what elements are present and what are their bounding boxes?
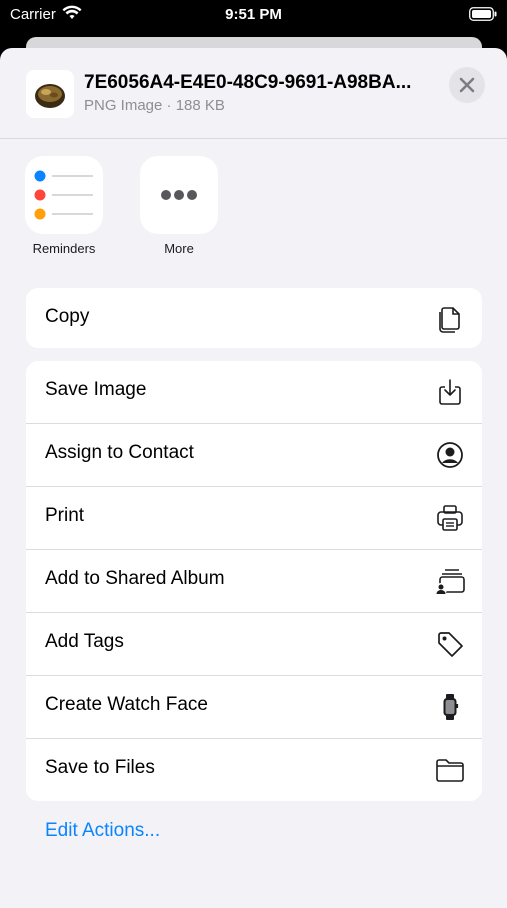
action-label: Add to Shared Album <box>45 568 225 589</box>
tag-icon <box>438 632 463 657</box>
status-time: 9:51 PM <box>225 6 282 23</box>
close-icon <box>459 77 475 93</box>
action-label: Assign to Contact <box>45 442 194 463</box>
file-thumbnail <box>26 70 74 118</box>
printer-icon <box>437 505 463 531</box>
action-save-image[interactable]: Save Image <box>26 361 482 424</box>
file-name: 7E6056A4-E4E0-48C9-9691-A98BA... <box>84 72 412 93</box>
close-button[interactable] <box>449 67 485 103</box>
app-reminders[interactable]: Reminders <box>25 156 103 256</box>
action-copy[interactable]: Copy <box>26 288 482 348</box>
share-header: 7E6056A4-E4E0-48C9-9691-A98BA... PNG Ima… <box>0 48 507 139</box>
action-print[interactable]: Print <box>26 487 482 550</box>
contact-icon <box>437 442 463 468</box>
app-label-more: More <box>164 241 194 256</box>
app-more[interactable]: More <box>140 156 218 256</box>
action-assign-contact[interactable]: Assign to Contact <box>26 424 482 487</box>
actions-group-main: Save Image Assign to Contact Print Add t… <box>26 361 482 801</box>
reminders-icon <box>25 156 103 234</box>
copy-icon <box>439 307 460 333</box>
folder-icon <box>436 759 464 782</box>
file-subtitle: PNG Image · 188 KB <box>84 97 225 114</box>
action-label: Copy <box>45 306 90 327</box>
actions-group-copy: Copy <box>26 288 482 348</box>
watch-icon <box>443 694 459 720</box>
action-label: Print <box>45 505 85 526</box>
action-label: Save to Files <box>45 757 155 778</box>
battery-icon <box>469 7 497 21</box>
action-save-files[interactable]: Save to Files <box>26 739 482 801</box>
action-watch-face[interactable]: Create Watch Face <box>26 676 482 739</box>
app-label-reminders: Reminders <box>32 241 96 256</box>
save-image-icon <box>439 379 461 405</box>
edit-actions-link[interactable]: Edit Actions... <box>45 820 160 842</box>
action-label: Save Image <box>45 379 147 400</box>
action-shared-album[interactable]: Add to Shared Album <box>26 550 482 613</box>
share-sheet: 7E6056A4-E4E0-48C9-9691-A98BA... PNG Ima… <box>0 48 507 908</box>
status-bar: Carrier 9:51 PM <box>0 0 507 32</box>
more-icon <box>140 156 218 234</box>
action-label: Add Tags <box>45 631 124 652</box>
action-label: Create Watch Face <box>45 694 208 715</box>
app-row: Reminders More <box>0 156 507 266</box>
action-add-tags[interactable]: Add Tags <box>26 613 482 676</box>
shared-album-icon <box>435 569 465 595</box>
